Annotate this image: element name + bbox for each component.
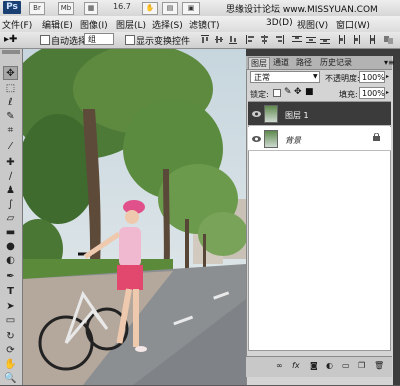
auto-select-dropdown[interactable]: 组 [84, 33, 114, 45]
blend-mode-select[interactable]: 正常 [250, 71, 320, 83]
bridge-button[interactable]: Br [29, 2, 45, 15]
3d-orbit-tool-icon[interactable]: ⟳ [3, 344, 18, 358]
hand-view-icon[interactable]: ✋ [142, 2, 158, 15]
gradient-tool-icon[interactable]: ▬ [3, 226, 18, 240]
chevron-down-icon: ▼ [313, 73, 318, 80]
eye-icon[interactable] [252, 111, 261, 117]
move-tool-preset-icon[interactable]: ▸✚ [4, 34, 17, 45]
lock-pixels-icon[interactable]: ✎ [284, 87, 292, 97]
opacity-input[interactable]: 100% [359, 71, 385, 83]
watermark-text: 思缘设计论坛 www.MISSYUAN.COM [226, 5, 378, 15]
move-tool-icon[interactable]: ✥ [3, 66, 18, 80]
dodge-tool-icon[interactable]: ◐ [3, 254, 18, 268]
distribute-hcenter-icon[interactable] [352, 35, 362, 44]
fill-label: 填充: [339, 90, 358, 99]
delete-layer-icon[interactable]: 🗑 [374, 361, 384, 370]
zoom-level[interactable]: 16.7 [113, 2, 131, 11]
align-top-icon[interactable] [200, 35, 210, 44]
align-left-icon[interactable] [246, 35, 256, 44]
align-vcenter-icon[interactable] [214, 35, 224, 44]
eyedropper-tool-icon[interactable]: ⁄ [3, 140, 18, 154]
show-transform-label: 显示变换控件 [136, 37, 191, 47]
new-group-icon[interactable]: ▭ [342, 361, 350, 370]
layer-name[interactable]: 背景 [285, 135, 301, 146]
show-transform-checkbox[interactable] [125, 35, 135, 45]
auto-select-checkbox[interactable] [40, 35, 50, 45]
lock-icon [373, 133, 380, 141]
view-extras-icon[interactable]: ▦ [84, 2, 98, 15]
blur-tool-icon[interactable]: ● [3, 240, 18, 254]
tools-panel-grip[interactable] [2, 50, 20, 54]
menu-layer[interactable]: 图层(L) [116, 18, 146, 31]
tab-history[interactable]: 历史记录 [318, 57, 354, 69]
lock-all-icon[interactable]: ■ [305, 87, 314, 97]
layer-style-icon[interactable]: fx [292, 361, 300, 370]
new-layer-icon[interactable]: ❐ [358, 361, 365, 370]
document-canvas[interactable] [23, 49, 246, 385]
tab-paths[interactable]: 路径 [294, 57, 314, 69]
lock-label: 锁定: [250, 90, 269, 99]
lock-transparent-icon[interactable] [273, 89, 281, 97]
menu-window[interactable]: 窗口(W) [336, 18, 370, 31]
layers-panel-footer [246, 356, 392, 377]
screen-mode-icon[interactable]: ▣ [182, 2, 200, 15]
distribute-top-icon[interactable] [292, 35, 302, 44]
opacity-arrow-icon[interactable]: ▸ [386, 73, 389, 80]
menu-edit[interactable]: 编辑(E) [42, 18, 73, 31]
distribute-bottom-icon[interactable] [320, 35, 330, 44]
eye-icon[interactable] [252, 136, 261, 142]
menu-select[interactable]: 选择(S) [152, 18, 183, 31]
auto-align-icon[interactable] [384, 35, 394, 44]
photo-girl-with-bicycle [23, 49, 246, 385]
tab-layers[interactable]: 图层 [248, 57, 270, 69]
zoom-tool-icon[interactable]: 🔍 [3, 372, 18, 386]
quick-select-tool-icon[interactable]: ✎ [3, 110, 18, 124]
layer-thumbnail [264, 130, 278, 148]
align-bottom-icon[interactable] [228, 35, 238, 44]
crop-tool-icon[interactable]: ⌗ [3, 124, 18, 138]
path-selection-tool-icon[interactable]: ➤ [3, 300, 18, 314]
tab-channels[interactable]: 通道 [271, 57, 291, 69]
lock-position-icon[interactable]: ✥ [294, 87, 302, 97]
menu-file[interactable]: 文件(F) [2, 18, 32, 31]
panel-menu-icon[interactable]: ▾≡ [384, 58, 395, 67]
type-tool-icon[interactable]: T [3, 285, 18, 299]
hand-tool-icon[interactable]: ✋ [3, 358, 18, 372]
layer-thumbnail [264, 105, 278, 123]
align-hcenter-icon[interactable] [260, 35, 270, 44]
link-layers-icon[interactable]: ∞ [276, 361, 283, 370]
fill-arrow-icon[interactable]: ▸ [386, 89, 389, 96]
3d-rotate-tool-icon[interactable]: ↻ [3, 330, 18, 344]
lasso-tool-icon[interactable]: ℓ [3, 96, 18, 110]
menu-3d[interactable]: 3D(D) [266, 18, 293, 28]
panel-dock-header [246, 49, 400, 56]
menu-view[interactable]: 视图(V) [297, 18, 328, 31]
mini-bridge-button[interactable]: Mb [58, 2, 74, 15]
opacity-label: 不透明度: [325, 74, 360, 83]
arrange-documents-icon[interactable]: ▤ [162, 2, 178, 15]
menu-image[interactable]: 图像(I) [80, 18, 108, 31]
panel-dock-edge [392, 56, 400, 385]
distribute-right-icon[interactable] [366, 35, 376, 44]
add-mask-icon[interactable]: ◙ [310, 361, 318, 370]
align-right-icon[interactable] [274, 35, 284, 44]
adjustment-layer-icon[interactable]: ◐ [326, 361, 333, 370]
photoshop-logo: Ps [3, 1, 21, 14]
pen-tool-icon[interactable]: ✒ [3, 270, 18, 284]
eraser-tool-icon[interactable]: ▱ [3, 212, 18, 226]
distribute-left-icon[interactable] [338, 35, 348, 44]
history-brush-tool-icon[interactable]: ∫ [3, 198, 18, 212]
menu-filter[interactable]: 滤镜(T) [189, 18, 220, 31]
layer-name[interactable]: 图层 1 [285, 110, 309, 121]
fill-input[interactable]: 100% [359, 87, 385, 99]
marquee-tool-icon[interactable]: ⬚ [3, 82, 18, 96]
brush-tool-icon[interactable]: ∕ [3, 170, 18, 184]
distribute-vcenter-icon[interactable] [306, 35, 316, 44]
clone-stamp-tool-icon[interactable]: ♟ [3, 184, 18, 198]
healing-brush-tool-icon[interactable]: ✚ [3, 156, 18, 170]
rectangle-tool-icon[interactable]: ▭ [3, 314, 18, 328]
